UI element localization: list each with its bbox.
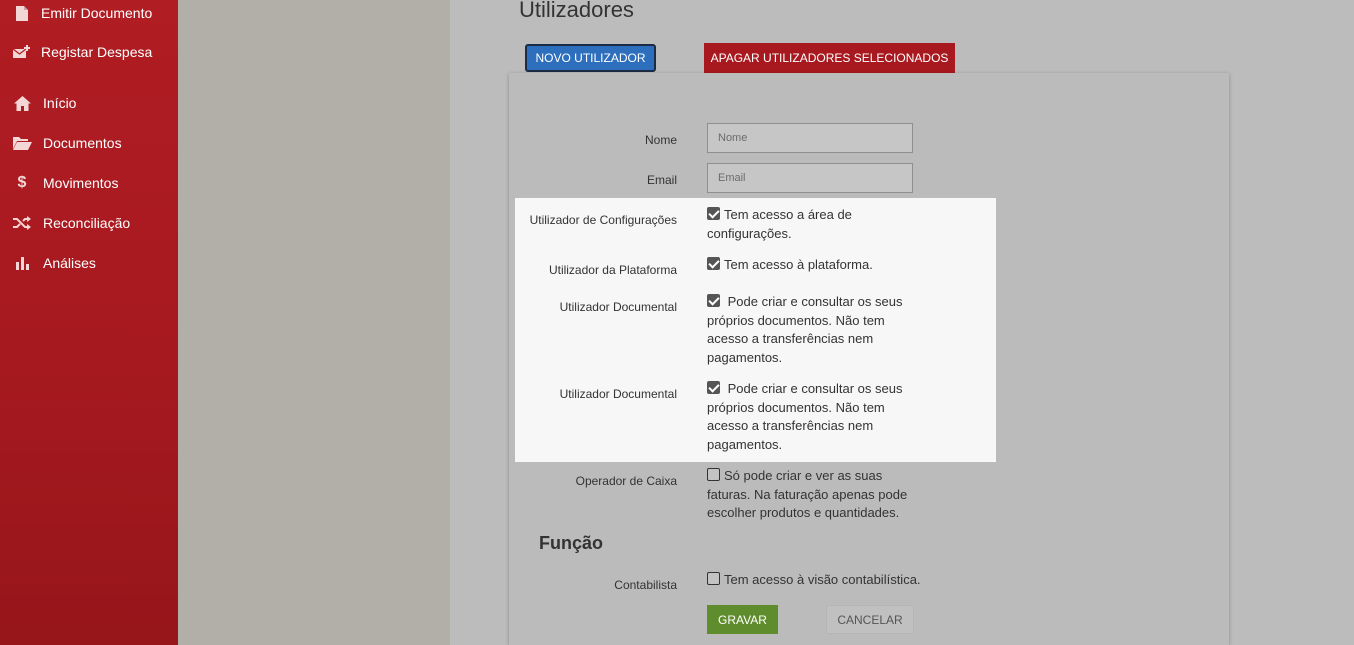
role-description: Tem acesso a área de configurações. xyxy=(707,207,852,241)
role-option-documental: Pode criar e consultar os seus próprios … xyxy=(707,293,907,367)
cancel-button[interactable]: CANCELAR xyxy=(826,605,914,634)
role-label-documental-2: Utilizador Documental xyxy=(559,387,677,401)
sidebar: Emitir Documento Registar Despesa Início… xyxy=(0,0,178,645)
name-label: Nome xyxy=(644,133,677,147)
sidebar-item-registar-despesa[interactable]: Registar Despesa xyxy=(0,37,178,67)
function-option-contabilista: Tem acesso à visão contabilística. xyxy=(707,571,927,590)
role-label-documental: Utilizador Documental xyxy=(559,300,677,314)
file-icon xyxy=(12,4,32,22)
sidebar-item-documentos[interactable]: Documentos xyxy=(0,128,178,158)
sidebar-item-emitir-documento[interactable]: Emitir Documento xyxy=(0,0,178,28)
sidebar-item-label: Início xyxy=(43,95,77,111)
folder-open-icon xyxy=(12,134,32,152)
sidebar-item-analises[interactable]: Análises xyxy=(0,248,178,278)
delete-selected-users-button[interactable]: APAGAR UTILIZADORES SELECIONADOS xyxy=(704,43,955,73)
sidebar-item-label: Análises xyxy=(43,255,96,271)
role-description: Só pode criar e ver as suas faturas. Na … xyxy=(707,468,908,520)
sidebar-item-label: Reconciliação xyxy=(43,215,131,231)
function-label-contabilista: Contabilista xyxy=(614,578,677,592)
role-checkbox-documental[interactable] xyxy=(707,294,720,307)
role-option-plataforma: Tem acesso à plataforma. xyxy=(707,256,917,275)
envelope-plus-icon xyxy=(12,43,32,61)
sidebar-item-reconciliacao[interactable]: Reconciliação xyxy=(0,208,178,238)
role-description: Tem acesso à plataforma. xyxy=(724,257,873,272)
name-input[interactable] xyxy=(707,123,913,153)
role-checkbox-plataforma[interactable] xyxy=(707,257,720,270)
email-input[interactable] xyxy=(707,163,913,193)
role-description: Pode criar e consultar os seus próprios … xyxy=(707,381,903,452)
role-label-plataforma: Utilizador da Plataforma xyxy=(548,263,677,277)
email-label: Email xyxy=(646,173,677,187)
sidebar-item-label: Registar Despesa xyxy=(41,44,153,60)
bar-chart-icon xyxy=(12,254,32,272)
page-title: Utilizadores xyxy=(519,0,634,22)
dollar-icon: $ xyxy=(17,174,27,191)
sidebar-item-label: Emitir Documento xyxy=(41,5,153,21)
role-checkbox-documental-2[interactable] xyxy=(707,381,720,394)
sidebar-item-label: Documentos xyxy=(43,135,122,151)
role-option-operador-caixa: Só pode criar e ver as suas faturas. Na … xyxy=(707,467,912,523)
role-checkbox-operador-caixa[interactable] xyxy=(707,468,720,481)
save-button[interactable]: GRAVAR xyxy=(707,605,778,634)
new-user-button[interactable]: NOVO UTILIZADOR xyxy=(525,44,656,72)
role-option-configuracoes: Tem acesso a área de configurações. xyxy=(707,206,917,243)
role-label-configuracoes: Utilizador de Configurações xyxy=(529,213,677,227)
sidebar-item-inicio[interactable]: Início xyxy=(0,88,178,118)
function-description: Tem acesso à visão contabilística. xyxy=(724,572,921,587)
sidebar-item-movimentos[interactable]: $ Movimentos xyxy=(0,168,178,198)
role-description: Pode criar e consultar os seus próprios … xyxy=(707,294,903,365)
role-option-documental-2: Pode criar e consultar os seus próprios … xyxy=(707,380,907,454)
shuffle-icon xyxy=(12,214,32,232)
function-section-title: Função xyxy=(539,533,604,553)
sidebar-item-label: Movimentos xyxy=(43,175,119,191)
role-label-operador-caixa: Operador de Caixa xyxy=(575,474,677,488)
home-icon xyxy=(12,94,32,112)
role-checkbox-configuracoes[interactable] xyxy=(707,207,720,220)
sidebar-gutter xyxy=(178,0,450,645)
function-checkbox-contabilista[interactable] xyxy=(707,572,720,585)
